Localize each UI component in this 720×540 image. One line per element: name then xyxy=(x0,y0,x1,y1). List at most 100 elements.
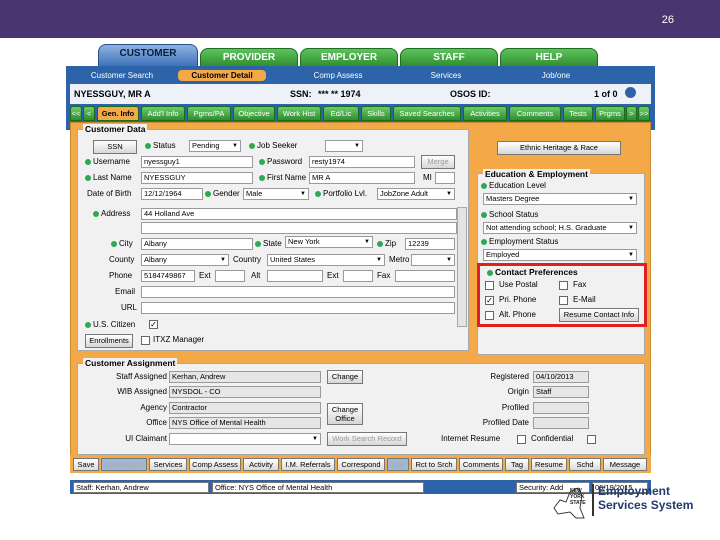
tab-skills[interactable]: Skills xyxy=(361,106,391,121)
address-line-1[interactable]: 44 Holland Ave xyxy=(141,208,457,220)
tab-customer[interactable]: CUSTOMER xyxy=(98,44,198,68)
tab-addl-info[interactable]: Add'l Info xyxy=(141,106,185,121)
first-name-field[interactable]: MR A xyxy=(309,172,415,184)
pri-phone-checkbox[interactable]: ✓ xyxy=(485,296,494,305)
im-referrals-button[interactable]: I.M. Referrals xyxy=(281,458,335,471)
state-select[interactable]: New York xyxy=(285,236,373,248)
use-postal-checkbox[interactable] xyxy=(485,281,494,290)
alt-phone-field[interactable] xyxy=(267,270,323,282)
country-select[interactable]: United States xyxy=(267,254,385,266)
address-scrollbar[interactable] xyxy=(457,207,467,327)
comp-assess-button[interactable]: Comp Assess xyxy=(189,458,241,471)
last-record-button[interactable]: >> xyxy=(638,106,650,121)
ssn-button[interactable]: SSN xyxy=(93,140,137,154)
zip-field[interactable]: 12239 xyxy=(405,238,455,250)
wib-assigned-field: NYSDOL - CO xyxy=(169,386,321,398)
rct-to-srch-button[interactable]: Rct to Srch xyxy=(411,458,457,471)
save-button[interactable]: Save xyxy=(73,458,99,471)
customer-assignment-title: Customer Assignment xyxy=(83,358,178,368)
change-staff-button[interactable]: Change xyxy=(327,370,363,384)
activity-button[interactable]: Activity xyxy=(243,458,279,471)
tab-saved-searches[interactable]: Saved Searches xyxy=(393,106,461,121)
subtab-customer-detail[interactable]: Customer Detail xyxy=(178,70,266,81)
merge-button[interactable]: Merge xyxy=(421,155,455,169)
alt-ext-field[interactable] xyxy=(343,270,373,282)
schd-button[interactable]: Schd xyxy=(569,458,601,471)
subtab-customer-search[interactable]: Customer Search xyxy=(80,70,164,81)
use-postal-label: Use Postal xyxy=(499,280,538,289)
ext-field[interactable] xyxy=(215,270,245,282)
fax-field[interactable] xyxy=(395,270,455,282)
tab-prgms[interactable]: Prgms xyxy=(595,106,625,121)
staff-assigned-field: Kerhan, Andrew xyxy=(169,371,321,383)
info-icon[interactable] xyxy=(625,87,636,98)
tab-comments[interactable]: Comments xyxy=(509,106,561,121)
gender-select[interactable]: Male xyxy=(243,188,309,200)
status-select[interactable]: Pending xyxy=(189,140,241,152)
tab-work-hist[interactable]: Work Hist xyxy=(277,106,321,121)
last-name-field[interactable]: NYESSGUY xyxy=(141,172,253,184)
resume-contact-info-button[interactable]: Resume Contact Info xyxy=(559,308,639,322)
tab-activities[interactable]: Activities xyxy=(463,106,507,121)
mi-field[interactable] xyxy=(435,172,455,184)
tab-pgms-pa[interactable]: Pgms/PA xyxy=(187,106,231,121)
next-record-button[interactable]: > xyxy=(626,106,637,121)
change-office-button[interactable]: Change Office xyxy=(327,403,363,425)
portfolio-select[interactable]: JobZone Adult xyxy=(377,188,455,200)
tab-help[interactable]: HELP xyxy=(500,48,598,68)
ny-state-wordmark: NEW YORK STATE xyxy=(570,488,586,506)
password-field[interactable]: resty1974 xyxy=(309,156,415,168)
osos-id-label: OSOS ID: xyxy=(450,89,491,99)
education-level-select[interactable]: Masters Degree xyxy=(483,193,637,205)
subtab-jobzone[interactable]: Job/one xyxy=(516,70,596,81)
county-select[interactable]: Albany xyxy=(141,254,229,266)
gender-label: Gender xyxy=(205,188,240,200)
first-record-button[interactable]: << xyxy=(70,106,82,121)
tab-ed-lic[interactable]: Ed/Lic xyxy=(323,106,359,121)
correspond-button[interactable]: Correspond xyxy=(337,458,385,471)
ui-manager-checkbox[interactable] xyxy=(141,336,150,345)
url-field[interactable] xyxy=(141,302,455,314)
employment-status-select[interactable]: Employed xyxy=(483,249,637,261)
fax-pref-checkbox[interactable] xyxy=(559,281,568,290)
prev-record-button[interactable]: < xyxy=(83,106,95,121)
email-pref-checkbox[interactable] xyxy=(559,296,568,305)
tab-staff[interactable]: STAFF xyxy=(400,48,498,68)
tab-gen-info[interactable]: Gen. Info xyxy=(97,106,139,121)
internet-resume-checkbox[interactable] xyxy=(517,435,526,444)
comments-button[interactable]: Comments xyxy=(459,458,503,471)
username-field[interactable]: nyessguy1 xyxy=(141,156,253,168)
address-line-2[interactable] xyxy=(141,222,457,234)
email-pref-label: E-Mail xyxy=(573,295,596,304)
us-citizen-checkbox[interactable]: ✓ xyxy=(149,320,158,329)
work-search-record-button[interactable]: Work Search Record xyxy=(327,432,407,446)
school-status-select[interactable]: Not attending school; H.S. Graduate xyxy=(483,222,637,234)
ethnic-heritage-button[interactable]: Ethnic Heritage & Race xyxy=(497,141,621,155)
resume-button[interactable]: Resume xyxy=(531,458,567,471)
enrollments-button[interactable]: Enrollments xyxy=(85,334,133,348)
job-seeker-select[interactable] xyxy=(325,140,363,152)
ui-claimant-select[interactable] xyxy=(169,433,321,445)
services-button[interactable]: Services xyxy=(149,458,187,471)
customer-name: NYESSGUY, MR A xyxy=(74,89,151,99)
fax-pref-label: Fax xyxy=(573,280,587,289)
metro-select[interactable] xyxy=(411,254,455,266)
origin-label: Origin xyxy=(507,387,529,396)
confidential-checkbox[interactable] xyxy=(587,435,596,444)
subtab-services[interactable]: Services xyxy=(406,70,486,81)
alt-phone-pref-checkbox[interactable] xyxy=(485,311,494,320)
tab-provider[interactable]: PROVIDER xyxy=(200,48,298,68)
ivr-button[interactable]: IVR xyxy=(387,458,409,471)
tab-tests[interactable]: Tests xyxy=(563,106,593,121)
city-field[interactable]: Albany xyxy=(141,238,253,250)
phone-field[interactable]: 5184749867 xyxy=(141,270,195,282)
email-field[interactable] xyxy=(141,286,455,298)
tag-button[interactable]: Tag xyxy=(505,458,529,471)
tab-objective[interactable]: Objective xyxy=(233,106,275,121)
tab-employer[interactable]: EMPLOYER xyxy=(300,48,398,68)
dob-field[interactable]: 12/12/1964 xyxy=(141,188,203,200)
subtab-comp-assess[interactable]: Comp Assess xyxy=(298,70,378,81)
save-match-button[interactable]: Save/Match xyxy=(101,458,147,471)
address-label: Address xyxy=(93,208,130,220)
message-button[interactable]: Message xyxy=(603,458,647,471)
